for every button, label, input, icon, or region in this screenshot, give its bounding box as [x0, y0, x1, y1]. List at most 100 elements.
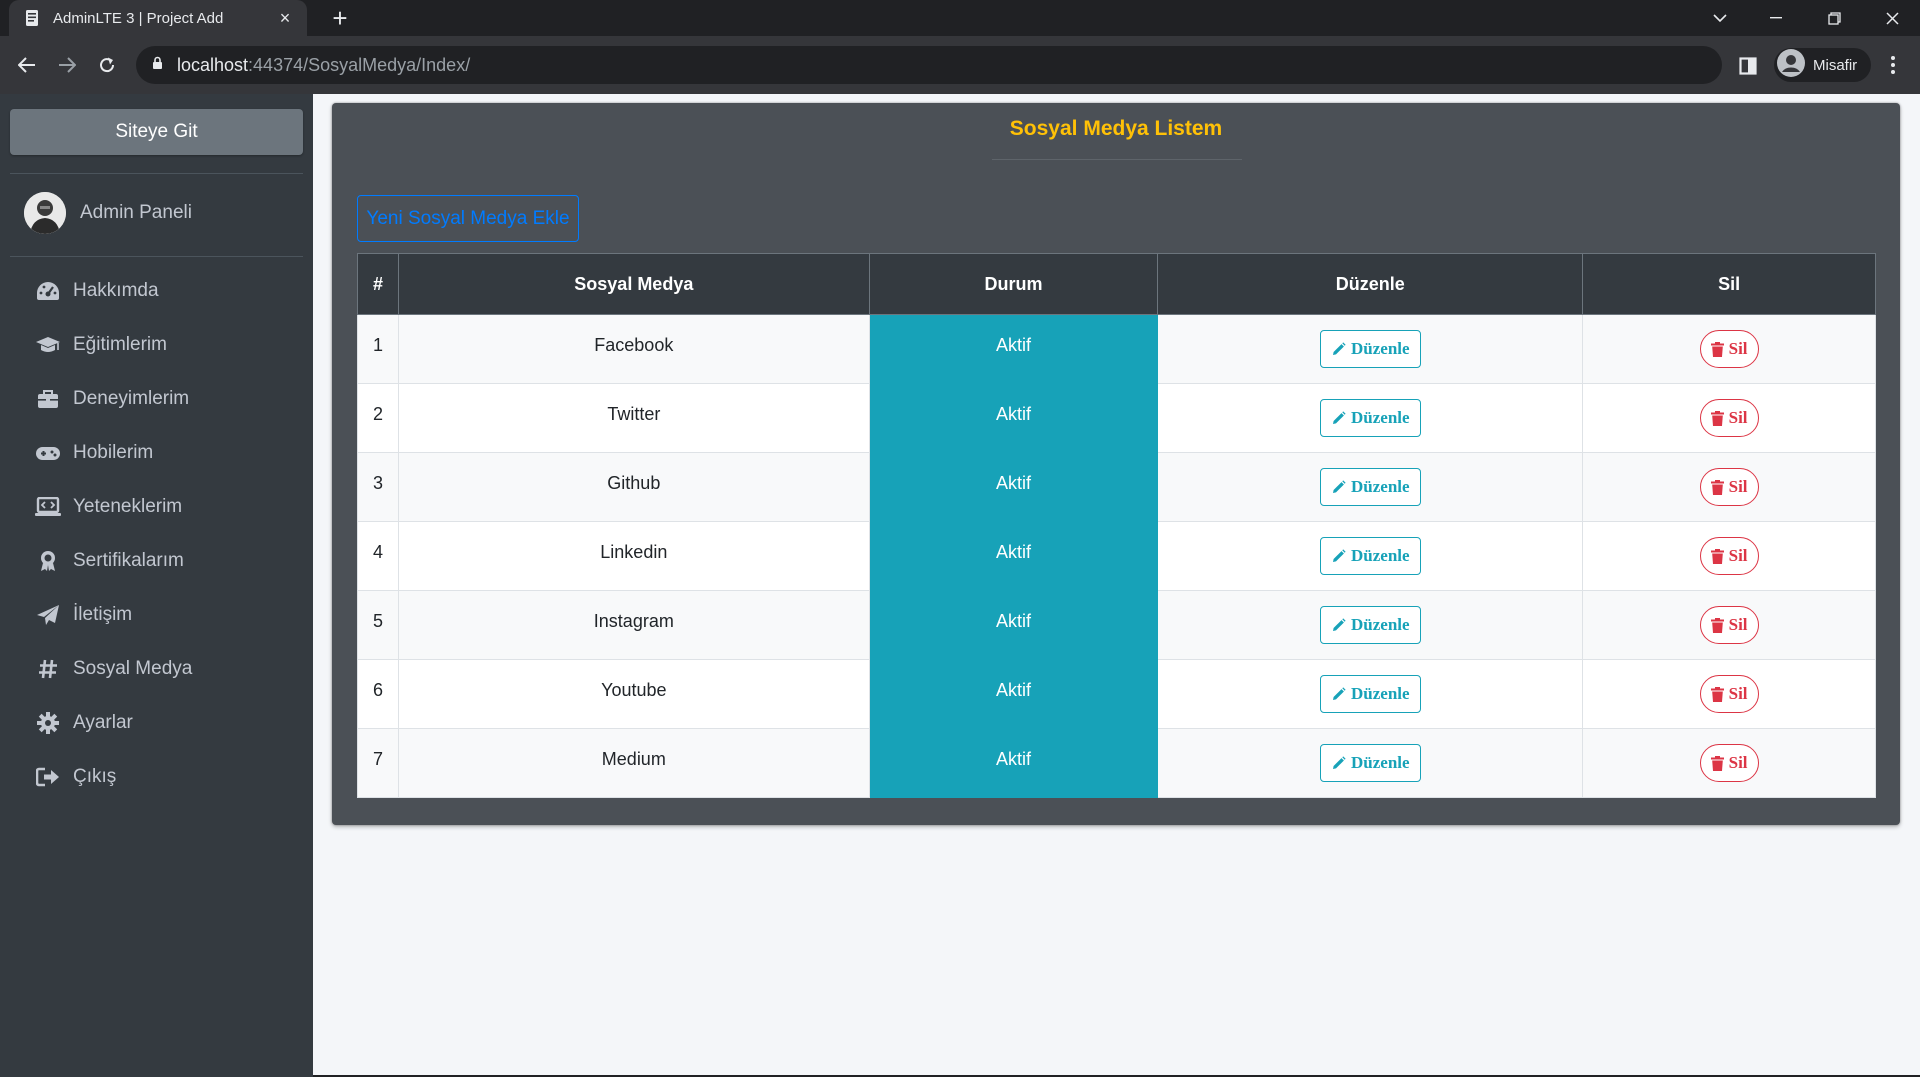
table-row: 4 Linkedin Aktif Düzenle Sil: [357, 521, 1876, 591]
edit-button[interactable]: Düzenle: [1320, 537, 1421, 575]
row-index: 6: [357, 659, 399, 729]
column-header-index: #: [357, 253, 399, 315]
avatar: [24, 192, 66, 234]
tab-close-icon[interactable]: ×: [275, 8, 295, 29]
row-edit-cell: Düzenle: [1157, 590, 1584, 660]
sidebar-item-label: Sertifikalarım: [73, 550, 184, 571]
edit-button[interactable]: Düzenle: [1320, 468, 1421, 506]
row-delete-cell: Sil: [1582, 659, 1876, 729]
sidebar-item-sosyal-medya[interactable]: Sosyal Medya: [10, 642, 303, 696]
column-header-status: Durum: [868, 253, 1159, 315]
delete-button-label: Sil: [1728, 684, 1748, 703]
trash-icon: [1710, 410, 1724, 426]
sidebar-item-label: Deneyimlerim: [73, 388, 190, 409]
table-row: 7 Medium Aktif Düzenle Sil: [357, 728, 1876, 798]
sidebar-item-yeteneklerim[interactable]: Yeteneklerim: [10, 480, 303, 534]
table-row: 1 Facebook Aktif Düzenle Sil: [357, 314, 1876, 384]
edit-button[interactable]: Düzenle: [1320, 606, 1421, 644]
row-status-badge: Aktif: [868, 521, 1159, 591]
sidebar-item-label: Yeteneklerim: [73, 496, 183, 517]
sidebar-item-label: Ayarlar: [73, 712, 133, 733]
social-media-table: # Sosyal Medya Durum Düzenle Sil 1 Facebo…: [357, 253, 1876, 798]
delete-button-label: Sil: [1728, 339, 1748, 358]
back-arrow-icon[interactable]: [11, 49, 43, 81]
edit-button-label: Düzenle: [1351, 477, 1410, 496]
pencil-icon: [1331, 617, 1346, 633]
site-button[interactable]: Siteye Git: [10, 109, 303, 155]
sidebar-item-hobilerim[interactable]: Hobilerim: [10, 426, 303, 480]
sidebar-item-sertifikalarim[interactable]: Sertifikalarım: [10, 534, 303, 588]
sidebar-item-label: Eğitimlerim: [73, 334, 167, 355]
sidebar-item-egitimlerim[interactable]: Eğitimlerim: [10, 318, 303, 372]
sidebar-item-deneyimlerim[interactable]: Deneyimlerim: [10, 372, 303, 426]
row-index: 2: [357, 383, 399, 453]
forward-arrow-icon[interactable]: [51, 49, 83, 81]
url-field[interactable]: localhost:44374/SosyalMedya/Index/: [136, 46, 1722, 84]
sidebar-item-label: Sosyal Medya: [73, 658, 193, 679]
pencil-icon: [1331, 686, 1346, 702]
edit-button[interactable]: Düzenle: [1320, 399, 1421, 437]
trash-icon: [1710, 548, 1724, 564]
profile-button[interactable]: Misafir: [1774, 48, 1872, 82]
laptop-code-icon: [34, 495, 62, 519]
sidebar-divider: [10, 173, 303, 174]
edit-button-label: Düzenle: [1351, 753, 1410, 772]
row-status-badge: Aktif: [868, 383, 1159, 453]
lock-icon: [152, 56, 163, 75]
sidebar-item-label: Çıkış: [73, 766, 117, 787]
add-social-media-button[interactable]: Yeni Sosyal Medya Ekle: [357, 195, 579, 242]
social-media-card: Sosyal Medya Listem Yeni Sosyal Medya Ek…: [332, 103, 1900, 825]
sidebar-item-label: Hobilerim: [73, 442, 154, 463]
edit-button[interactable]: Düzenle: [1320, 744, 1421, 782]
delete-button[interactable]: Sil: [1699, 330, 1759, 368]
minimize-icon[interactable]: [1748, 0, 1804, 36]
pencil-icon: [1331, 341, 1346, 357]
row-social-media-name: Twitter: [397, 383, 870, 453]
row-index: 4: [357, 521, 399, 591]
trash-icon: [1710, 755, 1724, 771]
row-status-badge: Aktif: [868, 659, 1159, 729]
edit-button-label: Düzenle: [1351, 408, 1410, 427]
sidebar-nav: Hakkımda Eğitimlerim Deneyimlerim Hobile…: [10, 264, 303, 804]
trash-icon: [1710, 341, 1724, 357]
row-delete-cell: Sil: [1582, 383, 1876, 453]
pencil-icon: [1331, 410, 1346, 426]
user-panel[interactable]: Admin Paneli: [24, 191, 192, 235]
graduation-cap-icon: [34, 333, 62, 357]
reload-icon[interactable]: [91, 49, 123, 81]
delete-button[interactable]: Sil: [1699, 399, 1759, 437]
row-delete-cell: Sil: [1582, 314, 1876, 384]
sidebar-item-ayarlar[interactable]: Ayarlar: [10, 696, 303, 750]
row-index: 7: [357, 728, 399, 798]
column-header-delete: Sil: [1582, 253, 1876, 315]
address-bar: localhost:44374/SosyalMedya/Index/ Misaf…: [0, 36, 1920, 94]
tab-search-icon[interactable]: [1692, 0, 1748, 36]
row-delete-cell: Sil: [1582, 521, 1876, 591]
delete-button[interactable]: Sil: [1699, 468, 1759, 506]
row-edit-cell: Düzenle: [1157, 659, 1584, 729]
page-favicon-icon: [23, 9, 41, 27]
edit-button[interactable]: Düzenle: [1320, 675, 1421, 713]
sidebar-item-cikis[interactable]: Çıkış: [10, 750, 303, 804]
delete-button[interactable]: Sil: [1699, 537, 1759, 575]
trash-icon: [1710, 479, 1724, 495]
pencil-icon: [1331, 755, 1346, 771]
profile-avatar-icon: [1777, 48, 1805, 82]
sidebar-item-iletisim[interactable]: İletişim: [10, 588, 303, 642]
browser-tab[interactable]: AdminLTE 3 | Project Add ×: [9, 0, 307, 36]
more-menu-icon[interactable]: [1878, 50, 1908, 80]
row-delete-cell: Sil: [1582, 728, 1876, 798]
edit-button-label: Düzenle: [1351, 546, 1410, 565]
new-tab-button[interactable]: +: [325, 3, 355, 33]
restore-icon[interactable]: [1806, 0, 1862, 36]
user-name: Admin Paneli: [80, 202, 192, 223]
page-title: Sosyal Medya Listem: [1009, 117, 1223, 140]
delete-button[interactable]: Sil: [1699, 744, 1759, 782]
table-body: 1 Facebook Aktif Düzenle Sil 2 Twitter Aktif Düz…: [357, 314, 1876, 798]
delete-button[interactable]: Sil: [1699, 606, 1759, 644]
edit-button[interactable]: Düzenle: [1320, 330, 1421, 368]
delete-button[interactable]: Sil: [1699, 675, 1759, 713]
side-panel-icon[interactable]: [1734, 52, 1762, 80]
sidebar-item-hakkimda[interactable]: Hakkımda: [10, 264, 303, 318]
close-window-icon[interactable]: [1864, 0, 1920, 36]
